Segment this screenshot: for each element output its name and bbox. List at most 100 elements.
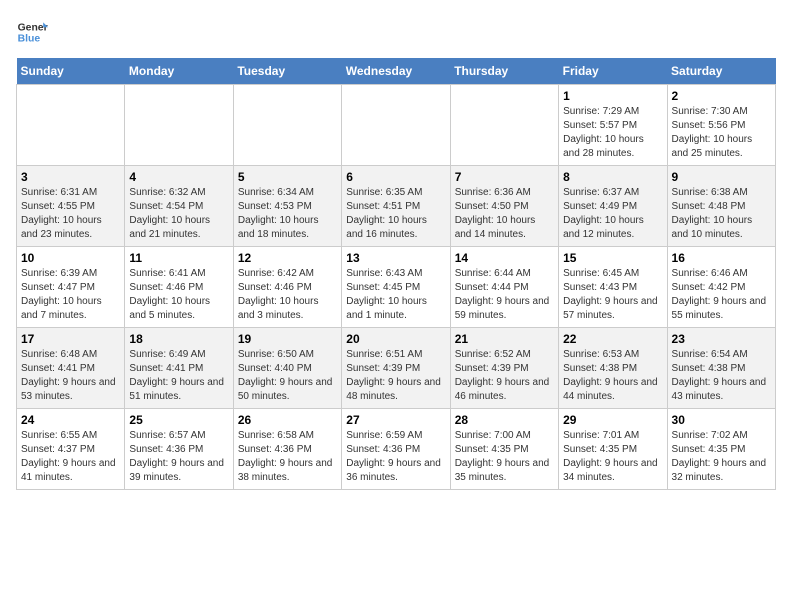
- day-header-wednesday: Wednesday: [342, 58, 450, 85]
- day-info: Sunrise: 6:43 AM Sunset: 4:45 PM Dayligh…: [346, 267, 445, 323]
- calendar-cell: 24 Sunrise: 6:55 AM Sunset: 4:37 PM Dayli…: [17, 409, 125, 490]
- day-info: Sunrise: 7:01 AM Sunset: 4:35 PM Dayligh…: [563, 429, 662, 485]
- day-info: Sunrise: 6:51 AM Sunset: 4:39 PM Dayligh…: [346, 348, 445, 404]
- day-number: 7: [455, 170, 554, 184]
- day-header-sunday: Sunday: [17, 58, 125, 85]
- calendar-cell: 28 Sunrise: 7:00 AM Sunset: 4:35 PM Dayli…: [450, 409, 558, 490]
- calendar-table: SundayMondayTuesdayWednesdayThursdayFrid…: [16, 58, 776, 490]
- day-info: Sunrise: 6:36 AM Sunset: 4:50 PM Dayligh…: [455, 186, 554, 242]
- calendar-cell: 10 Sunrise: 6:39 AM Sunset: 4:47 PM Dayli…: [17, 247, 125, 328]
- calendar-cell: 20 Sunrise: 6:51 AM Sunset: 4:39 PM Dayli…: [342, 328, 450, 409]
- calendar-cell: [125, 85, 233, 166]
- day-header-saturday: Saturday: [667, 58, 775, 85]
- calendar-cell: [233, 85, 341, 166]
- day-number: 4: [129, 170, 228, 184]
- day-number: 16: [672, 251, 771, 265]
- day-info: Sunrise: 6:52 AM Sunset: 4:39 PM Dayligh…: [455, 348, 554, 404]
- day-number: 11: [129, 251, 228, 265]
- calendar-week-1: 1Sunrise: 7:29 AM Sunset: 5:57 PM Daylig…: [17, 85, 776, 166]
- calendar-cell: 6Sunrise: 6:35 AM Sunset: 4:51 PM Daylig…: [342, 166, 450, 247]
- day-info: Sunrise: 6:45 AM Sunset: 4:43 PM Dayligh…: [563, 267, 662, 323]
- calendar-cell: 1Sunrise: 7:29 AM Sunset: 5:57 PM Daylig…: [559, 85, 667, 166]
- day-number: 17: [21, 332, 120, 346]
- day-info: Sunrise: 6:59 AM Sunset: 4:36 PM Dayligh…: [346, 429, 445, 485]
- day-info: Sunrise: 6:41 AM Sunset: 4:46 PM Dayligh…: [129, 267, 228, 323]
- calendar-week-2: 3 Sunrise: 6:31 AM Sunset: 4:55 PM Daylig…: [17, 166, 776, 247]
- calendar-cell: 11 Sunrise: 6:41 AM Sunset: 4:46 PM Dayli…: [125, 247, 233, 328]
- day-info: Sunrise: 6:42 AM Sunset: 4:46 PM Dayligh…: [238, 267, 337, 323]
- day-number: 9: [672, 170, 771, 184]
- calendar-week-5: 24 Sunrise: 6:55 AM Sunset: 4:37 PM Dayli…: [17, 409, 776, 490]
- day-number: 13: [346, 251, 445, 265]
- day-header-thursday: Thursday: [450, 58, 558, 85]
- day-number: 30: [672, 413, 771, 427]
- calendar-cell: 9 Sunrise: 6:38 AM Sunset: 4:48 PM Daylig…: [667, 166, 775, 247]
- day-number: 18: [129, 332, 228, 346]
- day-info: Sunrise: 6:46 AM Sunset: 4:42 PM Dayligh…: [672, 267, 771, 323]
- day-number: 28: [455, 413, 554, 427]
- day-number: 12: [238, 251, 337, 265]
- day-number: 24: [21, 413, 120, 427]
- day-info: Sunrise: 6:31 AM Sunset: 4:55 PM Dayligh…: [21, 186, 120, 242]
- calendar-cell: 27 Sunrise: 6:59 AM Sunset: 4:36 PM Dayli…: [342, 409, 450, 490]
- calendar-cell: 14 Sunrise: 6:44 AM Sunset: 4:44 PM Dayli…: [450, 247, 558, 328]
- day-number: 29: [563, 413, 662, 427]
- day-number: 6: [346, 170, 445, 184]
- day-info: Sunrise: 7:00 AM Sunset: 4:35 PM Dayligh…: [455, 429, 554, 485]
- calendar-cell: 22Sunrise: 6:53 AM Sunset: 4:38 PM Dayli…: [559, 328, 667, 409]
- day-info: Sunrise: 6:39 AM Sunset: 4:47 PM Dayligh…: [21, 267, 120, 323]
- day-info: Sunrise: 6:37 AM Sunset: 4:49 PM Dayligh…: [563, 186, 662, 242]
- day-number: 20: [346, 332, 445, 346]
- day-header-tuesday: Tuesday: [233, 58, 341, 85]
- day-info: Sunrise: 6:57 AM Sunset: 4:36 PM Dayligh…: [129, 429, 228, 485]
- logo: General Blue: [16, 16, 48, 48]
- day-info: Sunrise: 7:29 AM Sunset: 5:57 PM Dayligh…: [563, 105, 662, 161]
- day-number: 21: [455, 332, 554, 346]
- calendar-cell: 15 Sunrise: 6:45 AM Sunset: 4:43 PM Dayli…: [559, 247, 667, 328]
- day-info: Sunrise: 6:58 AM Sunset: 4:36 PM Dayligh…: [238, 429, 337, 485]
- calendar-cell: 7 Sunrise: 6:36 AM Sunset: 4:50 PM Daylig…: [450, 166, 558, 247]
- calendar-header-row: SundayMondayTuesdayWednesdayThursdayFrid…: [17, 58, 776, 85]
- day-info: Sunrise: 6:32 AM Sunset: 4:54 PM Dayligh…: [129, 186, 228, 242]
- day-number: 27: [346, 413, 445, 427]
- calendar-cell: 25 Sunrise: 6:57 AM Sunset: 4:36 PM Dayli…: [125, 409, 233, 490]
- day-header-friday: Friday: [559, 58, 667, 85]
- day-header-monday: Monday: [125, 58, 233, 85]
- day-number: 5: [238, 170, 337, 184]
- day-number: 25: [129, 413, 228, 427]
- day-number: 3: [21, 170, 120, 184]
- calendar-cell: [450, 85, 558, 166]
- calendar-cell: 5 Sunrise: 6:34 AM Sunset: 4:53 PM Daylig…: [233, 166, 341, 247]
- day-info: Sunrise: 7:02 AM Sunset: 4:35 PM Dayligh…: [672, 429, 771, 485]
- day-info: Sunrise: 6:44 AM Sunset: 4:44 PM Dayligh…: [455, 267, 554, 323]
- calendar-cell: 19 Sunrise: 6:50 AM Sunset: 4:40 PM Dayli…: [233, 328, 341, 409]
- day-number: 10: [21, 251, 120, 265]
- day-number: 15: [563, 251, 662, 265]
- day-info: Sunrise: 7:30 AM Sunset: 5:56 PM Dayligh…: [672, 105, 771, 161]
- day-number: 26: [238, 413, 337, 427]
- calendar-cell: 2Sunrise: 7:30 AM Sunset: 5:56 PM Daylig…: [667, 85, 775, 166]
- calendar-cell: 30 Sunrise: 7:02 AM Sunset: 4:35 PM Dayli…: [667, 409, 775, 490]
- calendar-cell: [17, 85, 125, 166]
- calendar-cell: 3 Sunrise: 6:31 AM Sunset: 4:55 PM Daylig…: [17, 166, 125, 247]
- day-number: 19: [238, 332, 337, 346]
- day-info: Sunrise: 6:53 AM Sunset: 4:38 PM Dayligh…: [563, 348, 662, 404]
- calendar-cell: 8 Sunrise: 6:37 AM Sunset: 4:49 PM Daylig…: [559, 166, 667, 247]
- calendar-week-3: 10 Sunrise: 6:39 AM Sunset: 4:47 PM Dayli…: [17, 247, 776, 328]
- day-info: Sunrise: 6:38 AM Sunset: 4:48 PM Dayligh…: [672, 186, 771, 242]
- day-info: Sunrise: 6:54 AM Sunset: 4:38 PM Dayligh…: [672, 348, 771, 404]
- day-info: Sunrise: 6:34 AM Sunset: 4:53 PM Dayligh…: [238, 186, 337, 242]
- calendar-cell: 4 Sunrise: 6:32 AM Sunset: 4:54 PM Daylig…: [125, 166, 233, 247]
- calendar-cell: 23Sunrise: 6:54 AM Sunset: 4:38 PM Dayli…: [667, 328, 775, 409]
- day-info: Sunrise: 6:50 AM Sunset: 4:40 PM Dayligh…: [238, 348, 337, 404]
- calendar-cell: 17Sunrise: 6:48 AM Sunset: 4:41 PM Dayli…: [17, 328, 125, 409]
- day-number: 14: [455, 251, 554, 265]
- calendar-cell: 26 Sunrise: 6:58 AM Sunset: 4:36 PM Dayli…: [233, 409, 341, 490]
- calendar-cell: 21 Sunrise: 6:52 AM Sunset: 4:39 PM Dayli…: [450, 328, 558, 409]
- day-info: Sunrise: 6:55 AM Sunset: 4:37 PM Dayligh…: [21, 429, 120, 485]
- calendar-cell: 13 Sunrise: 6:43 AM Sunset: 4:45 PM Dayli…: [342, 247, 450, 328]
- page-header: General Blue: [16, 16, 776, 48]
- day-number: 8: [563, 170, 662, 184]
- svg-text:Blue: Blue: [18, 34, 41, 45]
- calendar-cell: 29 Sunrise: 7:01 AM Sunset: 4:35 PM Dayli…: [559, 409, 667, 490]
